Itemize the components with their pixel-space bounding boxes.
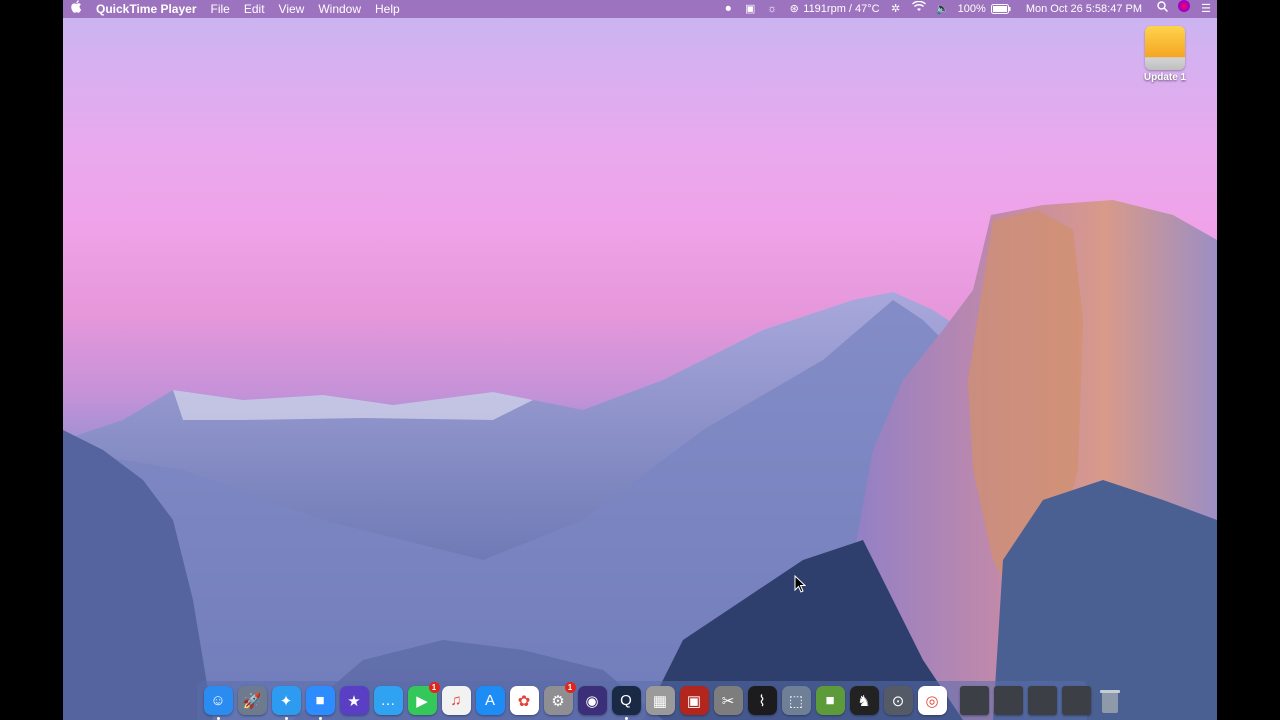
dock-safari-icon[interactable]: ✦ bbox=[271, 686, 301, 720]
app-menu-quicktime[interactable]: QuickTime Player bbox=[89, 0, 204, 18]
dock-stack-1-icon[interactable] bbox=[959, 686, 989, 715]
wifi-icon[interactable] bbox=[907, 0, 931, 18]
dock-chrome-icon[interactable]: ◎ bbox=[917, 686, 947, 715]
minecraft-glyph: ■ bbox=[825, 692, 835, 709]
zoom-glyph: ■ bbox=[315, 692, 325, 709]
wallpaper-mountains bbox=[63, 200, 1217, 720]
siri-glyph: ◉ bbox=[585, 692, 599, 710]
app-store-glyph: A bbox=[484, 692, 495, 709]
boot-camp-glyph: ⊙ bbox=[891, 692, 905, 710]
apple-menu-icon[interactable] bbox=[63, 0, 89, 18]
menu-edit[interactable]: Edit bbox=[237, 0, 272, 18]
photos-glyph: ✿ bbox=[517, 692, 531, 710]
dock-minecraft-icon[interactable]: ■ bbox=[815, 686, 845, 715]
notification-center-icon[interactable]: ☰ bbox=[1195, 0, 1217, 18]
music-glyph: ♫ bbox=[450, 692, 462, 709]
dock-stack-2-icon[interactable] bbox=[993, 686, 1023, 715]
dock-photos-icon[interactable]: ✿ bbox=[509, 686, 539, 715]
external-drive-icon bbox=[1145, 26, 1185, 70]
dock-zoom-icon[interactable]: ■ bbox=[305, 686, 335, 720]
calculator-glyph: ▦ bbox=[652, 692, 668, 710]
dock-boot-camp-icon[interactable]: ⊙ bbox=[883, 686, 913, 715]
battery-status[interactable]: 100% bbox=[953, 0, 1016, 18]
messages-glyph: … bbox=[380, 692, 396, 709]
menu-file[interactable]: File bbox=[204, 0, 237, 18]
dock-trash-icon[interactable] bbox=[1096, 686, 1125, 715]
dock-messages-icon[interactable]: … bbox=[373, 686, 403, 715]
chess-glyph: ♞ bbox=[857, 692, 871, 710]
safari-glyph: ✦ bbox=[279, 692, 293, 710]
brightness-icon[interactable]: ☼ bbox=[761, 0, 783, 18]
volume-icon[interactable]: 🔈 bbox=[931, 0, 953, 18]
spotlight-search-icon[interactable] bbox=[1152, 0, 1173, 18]
finder-glyph: ☺ bbox=[210, 692, 226, 709]
launchpad-glyph: 🚀 bbox=[242, 692, 262, 710]
dock-photo-booth-icon[interactable]: ▣ bbox=[679, 686, 709, 715]
dock-imovie-icon[interactable]: ★ bbox=[339, 686, 369, 715]
fan-status-text: 1191rpm / 47°C bbox=[803, 3, 880, 15]
dock-stack-4-icon[interactable] bbox=[1061, 686, 1091, 715]
dock-calculator-icon[interactable]: ▦ bbox=[645, 686, 675, 715]
dock-screenshot-icon[interactable]: ✂ bbox=[713, 686, 743, 715]
dock-launchpad-icon[interactable]: 🚀 bbox=[237, 686, 267, 715]
desktop-drive-update-1[interactable]: Update 1 bbox=[1139, 26, 1191, 83]
menu-help[interactable]: Help bbox=[368, 0, 407, 18]
dock-stack-3-icon[interactable] bbox=[1027, 686, 1057, 715]
photo-booth-glyph: ▣ bbox=[686, 692, 702, 710]
dock-finder-icon[interactable]: ☺ bbox=[203, 686, 233, 720]
dock-system-preferences-icon[interactable]: ⚙ 1 bbox=[543, 682, 576, 715]
dock-chess-icon[interactable]: ♞ bbox=[849, 686, 879, 715]
battery-icon bbox=[990, 4, 1011, 15]
siri-icon[interactable] bbox=[1173, 0, 1195, 18]
menu-window[interactable]: Window bbox=[311, 0, 368, 18]
dock-activity-monitor-icon[interactable]: ⌇ bbox=[747, 686, 777, 715]
imovie-glyph: ★ bbox=[347, 692, 361, 710]
dock-siri-icon[interactable]: ◉ bbox=[577, 686, 607, 715]
dock-music-icon[interactable]: ♫ bbox=[441, 686, 471, 715]
system-preferences-glyph: ⚙ bbox=[551, 692, 565, 710]
chrome-glyph: ◎ bbox=[925, 692, 939, 710]
fan-status[interactable]: ⊛ 1191rpm / 47°C bbox=[783, 0, 884, 18]
quicktime-player-glyph: Q bbox=[620, 692, 632, 709]
screenshot-glyph: ✂ bbox=[721, 692, 735, 710]
fan-icon: ⊛ bbox=[789, 3, 799, 15]
facetime-glyph: ▶ bbox=[416, 692, 428, 710]
menu-bar: QuickTime Player File Edit View Window H… bbox=[63, 0, 1217, 18]
battery-percent: 100% bbox=[957, 3, 986, 15]
activity-monitor-glyph: ⌇ bbox=[758, 692, 766, 710]
clock[interactable]: Mon Oct 26 5:58:47 PM bbox=[1016, 0, 1152, 18]
dock-facetime-icon[interactable]: ▶ 1 bbox=[407, 682, 440, 715]
dock: ☺ 🚀 ✦ ■ ★… ▶ 1 ♫ A ✿ ⚙ 1 ◉ Q ▦ ▣ ✂ ⌇ ⬚ ■ ♞ ⊙ ◎ bbox=[197, 681, 1120, 720]
dock-quicktime-player-icon[interactable]: Q bbox=[611, 686, 641, 720]
desktop: QuickTime Player File Edit View Window H… bbox=[63, 0, 1217, 720]
drive-label: Update 1 bbox=[1143, 72, 1187, 83]
record-icon[interactable]: ⏺ bbox=[717, 0, 739, 18]
dock-virtualbox-icon[interactable]: ⬚ bbox=[781, 686, 811, 715]
mouse-cursor-icon bbox=[794, 575, 806, 593]
bluetooth-icon[interactable]: ✲ bbox=[885, 0, 907, 18]
virtualbox-glyph: ⬚ bbox=[788, 692, 804, 710]
notification-badge: 1 bbox=[564, 682, 576, 693]
menu-view[interactable]: View bbox=[272, 0, 312, 18]
zoom-status-icon[interactable]: ▣ bbox=[739, 0, 761, 18]
dock-app-store-icon[interactable]: A bbox=[475, 686, 505, 715]
notification-badge: 1 bbox=[428, 682, 440, 693]
